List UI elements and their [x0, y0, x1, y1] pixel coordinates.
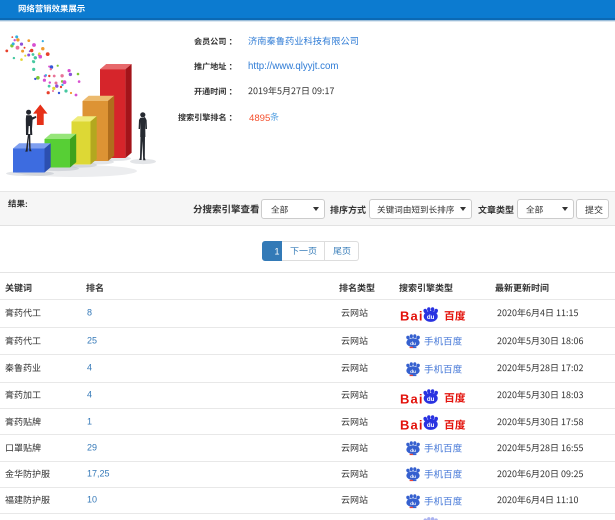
- svg-text:8: 8: [87, 308, 92, 318]
- svg-text:Bai: Bai: [400, 417, 424, 432]
- svg-text:du: du: [427, 313, 435, 320]
- svg-text::: :: [229, 61, 232, 72]
- svg-text:du: du: [410, 500, 416, 506]
- svg-text:du: du: [410, 474, 416, 480]
- svg-text::: :: [229, 36, 232, 47]
- svg-text:4: 4: [87, 390, 92, 400]
- svg-text:Bai: Bai: [400, 309, 424, 324]
- svg-text:17,25: 17,25: [87, 469, 110, 479]
- svg-text:25: 25: [87, 335, 97, 345]
- svg-text:du: du: [427, 422, 435, 429]
- svg-text:1: 1: [87, 416, 92, 426]
- svg-text:du: du: [427, 396, 435, 403]
- svg-text::: :: [25, 199, 28, 209]
- svg-text:29: 29: [87, 442, 97, 452]
- svg-text::: :: [229, 112, 232, 123]
- svg-text:du: du: [410, 341, 416, 347]
- svg-text:du: du: [410, 448, 416, 454]
- svg-text:Bai: Bai: [400, 391, 424, 406]
- svg-text:4: 4: [87, 363, 92, 373]
- svg-text::: :: [229, 86, 232, 97]
- svg-text:10: 10: [87, 495, 97, 505]
- svg-text:http://www.qlyyjt.com: http://www.qlyyjt.com: [248, 61, 338, 72]
- svg-text:4895: 4895: [249, 113, 270, 124]
- svg-text:1: 1: [274, 247, 279, 257]
- svg-text:du: du: [410, 368, 416, 374]
